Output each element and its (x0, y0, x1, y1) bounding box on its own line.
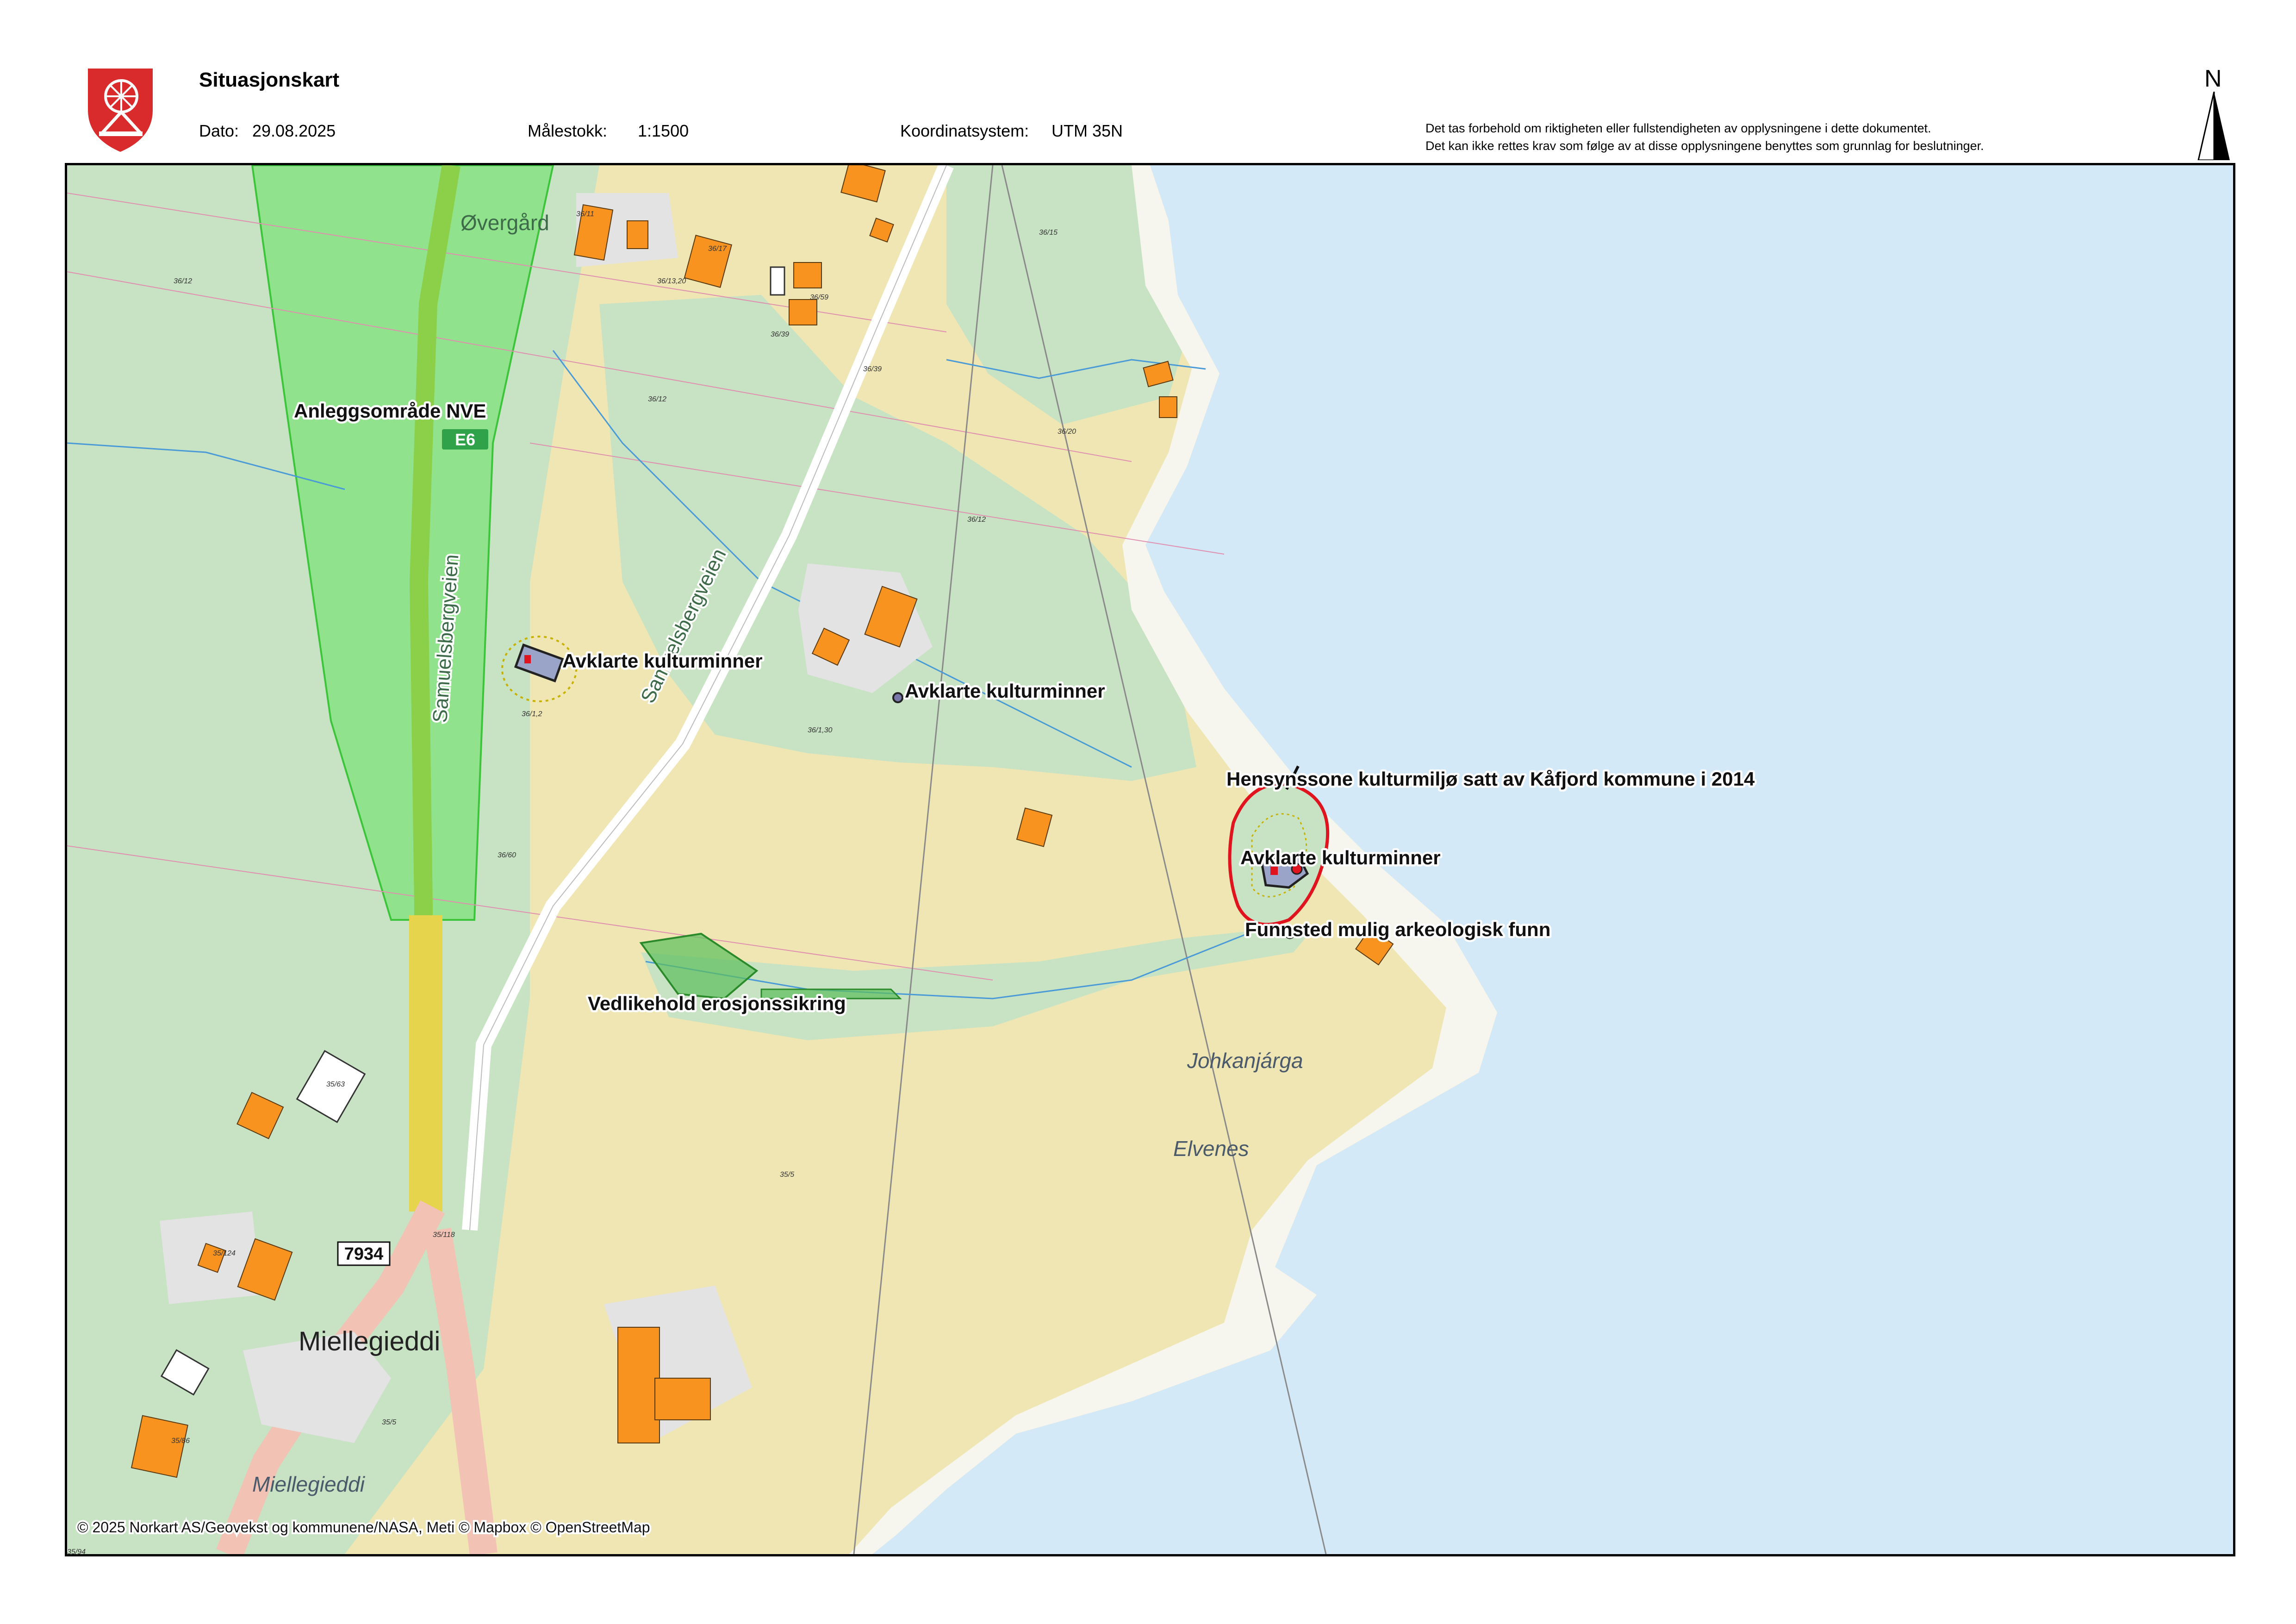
parcel-label: 36/59 (810, 294, 828, 301)
disclaimer-line-2: Det kan ikke rettes krav som følge av at… (1425, 139, 1984, 153)
place-elvenes: Elvenes (1173, 1137, 1249, 1161)
scale-value: 1:1500 (638, 121, 689, 140)
parcel-label: 35/118 (433, 1231, 455, 1239)
heritage-point-2 (892, 692, 903, 703)
place-overgard: Øvergård (460, 211, 549, 235)
label-heritage-zone: Hensynssone kulturmiljø satt av Kåfjord … (1226, 768, 1755, 790)
parcel-label: 36/12 (967, 516, 986, 524)
map-view[interactable]: E6 7934 Samuelsbergveien Samuelsbergveie… (65, 163, 2235, 1556)
parcel-label: 36/1,2 (522, 710, 542, 718)
parcel-label: 36/12 (174, 277, 192, 285)
county-road-shield-label: 7934 (344, 1244, 384, 1264)
parcel-label: 35/94 (67, 1548, 86, 1554)
parcel-label: 35/5 (780, 1171, 794, 1179)
disclaimer-line-1: Det tas forbehold om riktigheten eller f… (1425, 121, 1931, 135)
map-copyright: © 2025 Norkart AS/Geovekst og kommunene/… (77, 1519, 650, 1536)
parcel-label: 36/20 (1058, 428, 1076, 436)
place-johkanjarga: Johkanjárga (1187, 1049, 1303, 1073)
parcel-label: 35/5 (382, 1418, 396, 1426)
map-canvas[interactable]: E6 7934 Samuelsbergveien Samuelsbergveie… (67, 165, 2233, 1554)
map-title: Situasjonskart (199, 69, 340, 91)
parcel-label: 36/13,20 (657, 277, 686, 285)
coordinate-system-value: UTM 35N (1052, 121, 1123, 140)
parcel-label: 36/11 (576, 210, 594, 218)
label-cultural-heritage-3: Avklarte kulturminner (1240, 847, 1441, 868)
label-erosion-maintenance: Vedlikehold erosjonssikring (588, 993, 846, 1014)
parcel-label: 36/17 (708, 245, 727, 253)
e6-shield-label: E6 (455, 430, 475, 449)
label-cultural-heritage-2: Avklarte kulturminner (905, 680, 1105, 702)
label-cultural-heritage-1: Avklarte kulturminner (562, 650, 763, 672)
parcel-label: 36/39 (863, 365, 882, 373)
parcel-label: 36/60 (498, 851, 516, 859)
e6-shield: E6 (442, 429, 488, 450)
parcel-label: 35/86 (171, 1437, 190, 1445)
place-miellegieddi-large: Miellegieddi (299, 1326, 440, 1356)
parcel-label: 36/15 (1039, 229, 1058, 237)
north-arrow-icon (2197, 92, 2230, 160)
date-label: Dato: (199, 121, 239, 140)
parcel-label: 36/39 (771, 331, 789, 338)
place-miellegieddi-small: Miellegieddi (252, 1472, 366, 1496)
municipal-logo (83, 64, 157, 155)
coordinate-system-label: Koordinatsystem: (900, 121, 1029, 140)
coat-of-arms-icon (88, 69, 153, 152)
parcel-label: 36/1,30 (808, 726, 832, 734)
heritage-marker-1 (524, 655, 531, 663)
parcel-label: 36/12 (648, 395, 666, 403)
scale-label: Målestokk: (528, 121, 608, 140)
date-value: 29.08.2025 (252, 121, 336, 140)
label-find-site: Funnsted mulig arkeologisk funn (1245, 918, 1550, 940)
north-label: N (2204, 65, 2222, 92)
parcel-label: 35/63 (326, 1081, 345, 1088)
parcel-label: 35/124 (213, 1249, 236, 1257)
county-road-shield: 7934 (337, 1241, 391, 1266)
label-nve-area: Anleggsområde NVE (294, 400, 486, 422)
